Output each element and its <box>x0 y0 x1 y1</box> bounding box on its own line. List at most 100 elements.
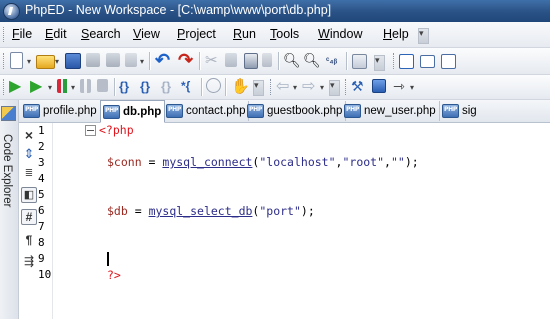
toolbar2-overflow-button[interactable] <box>253 80 264 96</box>
php-file-icon <box>247 104 264 118</box>
split-icon[interactable]: ◧ <box>21 187 37 203</box>
debug-icon[interactable] <box>57 79 69 93</box>
scroll-sync-icon[interactable]: ⇕ <box>21 146 37 162</box>
open-folder-icon[interactable] <box>36 55 55 69</box>
menu-window[interactable]: Window <box>318 27 362 41</box>
code-line-9[interactable]: ?> <box>107 268 121 282</box>
tab-db[interactable]: db.php <box>100 100 166 123</box>
pointer-dropdown-icon[interactable]: ▾ <box>410 83 414 92</box>
title-bar[interactable]: PhpED - New Workspace - [C:\wamp\www\por… <box>0 0 550 22</box>
run-icon[interactable]: ▶ <box>9 78 26 95</box>
fold-toggle-icon[interactable] <box>85 125 96 136</box>
toolbar-separator <box>149 52 150 70</box>
debug-dropdown-icon[interactable]: ▾ <box>71 83 75 92</box>
code-line-1[interactable]: <?php <box>99 123 134 137</box>
php-file-icon <box>442 104 459 118</box>
line-number: 5 <box>38 188 45 201</box>
tab-guestbook[interactable]: guestbook.php <box>245 101 347 121</box>
menu-project[interactable]: Project <box>177 27 216 41</box>
toggle-panel-icon[interactable] <box>352 54 367 69</box>
step-into-icon[interactable]: {} <box>119 78 136 95</box>
line-number: 6 <box>38 204 45 217</box>
toolbar-grip[interactable] <box>270 79 274 95</box>
toolbar-separator <box>346 52 347 70</box>
line-number: 2 <box>38 140 45 153</box>
toolbar-grip[interactable] <box>345 79 349 95</box>
indent-icon[interactable]: ⇶ <box>21 253 37 269</box>
tab-sig[interactable]: sig <box>440 101 480 121</box>
run-in-browser-icon[interactable]: ▶ <box>30 78 47 95</box>
redo-icon[interactable]: ↷ <box>178 51 195 69</box>
pause-icon <box>80 79 91 93</box>
new-file-dropdown-icon[interactable]: ▾ <box>27 57 31 66</box>
code-line-3[interactable]: $conn = mysql_connect("localhost","root"… <box>107 155 419 169</box>
tab-new-user[interactable]: new_user.php <box>342 101 440 121</box>
replace-icon[interactable]: ᶜ₄ᵦ <box>326 52 343 69</box>
menu-tools[interactable]: Tools <box>270 27 299 41</box>
forward-dropdown-icon[interactable]: ▾ <box>320 83 324 92</box>
tab-profile[interactable]: profile.php <box>21 101 101 121</box>
save-icon[interactable] <box>65 53 81 69</box>
php-file-icon <box>344 104 361 118</box>
line-number: 9 <box>38 252 45 265</box>
menu-help[interactable]: Help <box>383 27 409 41</box>
toolbar-separator <box>199 52 200 70</box>
toolbar-grip[interactable] <box>393 53 397 69</box>
code-line-6[interactable]: $db = mysql_select_db("port"); <box>107 204 315 218</box>
cut-icon: ✂ <box>205 52 218 69</box>
pointer-icon[interactable]: ⇾ <box>393 78 410 95</box>
menubar-grip[interactable] <box>3 27 7 42</box>
browser-icon[interactable] <box>399 54 414 69</box>
menubar-overflow-button[interactable] <box>418 28 429 44</box>
toolbar-separator <box>278 52 279 70</box>
php-file-icon <box>166 104 183 118</box>
new-file-icon[interactable] <box>10 52 23 69</box>
run-to-cursor-icon[interactable]: *{ <box>181 78 198 95</box>
breakpoint-hand-icon[interactable]: ✋ <box>231 78 250 95</box>
back-dropdown-icon[interactable]: ▾ <box>293 83 297 92</box>
pilcrow-icon[interactable]: ¶ <box>21 232 37 248</box>
find-in-files-icon[interactable]: 🔍︎ <box>303 52 321 69</box>
php-file-icon <box>23 104 40 118</box>
wrap-icon[interactable]: ≣ <box>21 166 37 182</box>
forward-icon: ⇨ <box>302 78 316 95</box>
code-explorer-icon[interactable] <box>1 106 16 121</box>
print-preview-icon <box>125 53 137 67</box>
menu-edit[interactable]: Edit <box>45 27 67 41</box>
code-explorer-label[interactable]: Code Explorer <box>1 134 13 208</box>
toolbar-grip[interactable] <box>3 79 7 95</box>
tools-icon[interactable]: ⚒ <box>351 78 368 95</box>
run-dropdown-icon[interactable]: ▾ <box>48 83 52 92</box>
find-icon[interactable]: 🔍︎ <box>283 52 301 69</box>
print-icon <box>106 53 120 67</box>
menu-view[interactable]: View <box>133 27 160 41</box>
php-file-icon <box>103 104 120 119</box>
toolbar-separator <box>201 78 202 96</box>
step-over-icon[interactable]: {} <box>140 78 157 95</box>
menu-run[interactable]: Run <box>233 27 256 41</box>
line-number: 8 <box>38 236 45 249</box>
app-icon[interactable] <box>3 3 20 20</box>
toolbar-debug: ▶ ▶ ▾ ▾ {} {} {} *{ ✋ ⇦ ▾ ⇨ ▾ ⚒ ⇾ ▾ <box>0 75 550 100</box>
undo-icon[interactable]: ↶ <box>155 51 172 69</box>
toolbar3-overflow-button[interactable] <box>329 80 340 96</box>
text-caret <box>107 252 109 266</box>
menu-search[interactable]: Search <box>81 27 121 41</box>
print-dropdown-icon[interactable]: ▾ <box>140 57 144 66</box>
line-number: 7 <box>38 220 45 233</box>
project-icon[interactable] <box>372 79 386 93</box>
open-dropdown-icon[interactable]: ▾ <box>55 57 59 66</box>
close-icon[interactable]: × <box>21 127 37 143</box>
editor-gutter: × ⇕ ≣ ◧ # ¶ ⇶ <box>19 123 53 319</box>
code-explorer-strip[interactable]: Code Explorer <box>0 100 19 319</box>
menu-file[interactable]: File <box>12 27 32 41</box>
paste-icon[interactable] <box>244 53 258 69</box>
preview-icon[interactable] <box>420 55 435 68</box>
watch-icon <box>206 78 221 93</box>
tab-contact[interactable]: contact.php <box>164 101 250 121</box>
toolbar-grip[interactable] <box>3 53 7 69</box>
hash-icon[interactable]: # <box>21 209 37 225</box>
menu-bar: File Edit Search View Project Run Tools … <box>0 22 550 48</box>
toolbar1-overflow-button[interactable] <box>374 55 385 71</box>
layout-icon[interactable] <box>441 54 456 69</box>
